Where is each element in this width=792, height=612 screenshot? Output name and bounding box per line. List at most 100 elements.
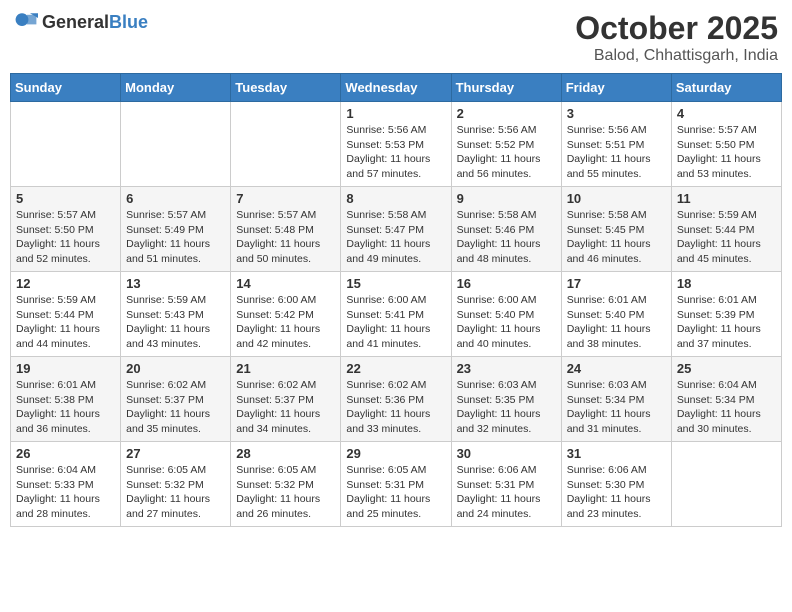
day-info: Sunrise: 6:02 AM Sunset: 5:37 PM Dayligh… [236,378,335,437]
weekday-header: Thursday [451,74,561,102]
calendar-cell: 18 Sunrise: 6:01 AM Sunset: 5:39 PM Dayli… [671,272,781,357]
day-info: Sunrise: 6:00 AM Sunset: 5:42 PM Dayligh… [236,293,335,352]
weekday-header: Friday [561,74,671,102]
calendar-cell: 19Sunrise: 6:01 AM Sunset: 5:38 PM Dayli… [11,357,121,442]
day-info: Sunrise: 6:05 AM Sunset: 5:31 PM Dayligh… [346,463,445,522]
day-number: 10 [567,191,666,206]
day-number: 17 [567,276,666,291]
calendar-cell: 14 Sunrise: 6:00 AM Sunset: 5:42 PM Dayli… [231,272,341,357]
calendar-cell: 12 Sunrise: 5:59 AM Sunset: 5:44 PM Dayli… [11,272,121,357]
calendar-cell: 6Sunrise: 5:57 AM Sunset: 5:49 PM Daylig… [121,187,231,272]
calendar-week-row: 26Sunrise: 6:04 AM Sunset: 5:33 PM Dayli… [11,442,782,527]
calendar-week-row: 1Sunrise: 5:56 AM Sunset: 5:53 PM Daylig… [11,102,782,187]
day-number: 2 [457,106,556,121]
calendar-table: SundayMondayTuesdayWednesdayThursdayFrid… [10,73,782,527]
day-number: 13 [126,276,225,291]
logo: GeneralBlue [14,10,148,34]
calendar-cell: 3 Sunrise: 5:56 AM Sunset: 5:51 PM Daylig… [561,102,671,187]
day-number: 26 [16,446,115,461]
location-title: Balod, Chhattisgarh, India [575,47,778,65]
calendar-cell: 20 Sunrise: 6:02 AM Sunset: 5:37 PM Dayli… [121,357,231,442]
calendar-cell: 17 Sunrise: 6:01 AM Sunset: 5:40 PM Dayli… [561,272,671,357]
calendar-cell: 30Sunrise: 6:06 AM Sunset: 5:31 PM Dayli… [451,442,561,527]
day-number: 16 [457,276,556,291]
calendar-cell: 15 Sunrise: 6:00 AM Sunset: 5:41 PM Dayli… [341,272,451,357]
month-title: October 2025 [575,10,778,47]
day-info: Sunrise: 6:03 AM Sunset: 5:35 PM Dayligh… [457,378,556,437]
day-info: Sunrise: 6:01 AM Sunset: 5:39 PM Dayligh… [677,293,776,352]
day-info: Sunrise: 6:02 AM Sunset: 5:36 PM Dayligh… [346,378,445,437]
day-info: Sunrise: 6:06 AM Sunset: 5:31 PM Dayligh… [457,463,556,522]
calendar-cell: 4Sunrise: 5:57 AM Sunset: 5:50 PM Daylig… [671,102,781,187]
day-number: 23 [457,361,556,376]
calendar-week-row: 19Sunrise: 6:01 AM Sunset: 5:38 PM Dayli… [11,357,782,442]
day-number: 22 [346,361,445,376]
day-number: 27 [126,446,225,461]
weekday-header: Monday [121,74,231,102]
day-info: Sunrise: 6:02 AM Sunset: 5:37 PM Dayligh… [126,378,225,437]
weekday-header: Tuesday [231,74,341,102]
day-number: 9 [457,191,556,206]
day-number: 28 [236,446,335,461]
calendar-cell: 27 Sunrise: 6:05 AM Sunset: 5:32 PM Dayli… [121,442,231,527]
day-number: 24 [567,361,666,376]
day-info: Sunrise: 6:05 AM Sunset: 5:32 PM Dayligh… [126,463,225,522]
calendar-cell: 21 Sunrise: 6:02 AM Sunset: 5:37 PM Dayli… [231,357,341,442]
calendar-cell: 5 Sunrise: 5:57 AM Sunset: 5:50 PM Daylig… [11,187,121,272]
day-info: Sunrise: 5:59 AM Sunset: 5:44 PM Dayligh… [16,293,115,352]
day-number: 31 [567,446,666,461]
day-info: Sunrise: 5:58 AM Sunset: 5:47 PM Dayligh… [346,208,445,267]
logo-text-general: General [42,12,109,32]
calendar-cell [121,102,231,187]
day-info: Sunrise: 6:00 AM Sunset: 5:40 PM Dayligh… [457,293,556,352]
day-info: Sunrise: 5:57 AM Sunset: 5:50 PM Dayligh… [677,123,776,182]
logo-icon [14,10,38,34]
day-number: 21 [236,361,335,376]
day-number: 12 [16,276,115,291]
day-number: 3 [567,106,666,121]
calendar-cell: 31 Sunrise: 6:06 AM Sunset: 5:30 PM Dayli… [561,442,671,527]
day-info: Sunrise: 6:00 AM Sunset: 5:41 PM Dayligh… [346,293,445,352]
day-info: Sunrise: 6:06 AM Sunset: 5:30 PM Dayligh… [567,463,666,522]
day-number: 15 [346,276,445,291]
day-info: Sunrise: 5:59 AM Sunset: 5:43 PM Dayligh… [126,293,225,352]
day-number: 11 [677,191,776,206]
calendar-cell: 9Sunrise: 5:58 AM Sunset: 5:46 PM Daylig… [451,187,561,272]
calendar-cell: 28 Sunrise: 6:05 AM Sunset: 5:32 PM Dayli… [231,442,341,527]
day-info: Sunrise: 5:58 AM Sunset: 5:45 PM Dayligh… [567,208,666,267]
day-number: 5 [16,191,115,206]
day-info: Sunrise: 5:56 AM Sunset: 5:52 PM Dayligh… [457,123,556,182]
calendar-cell: 22 Sunrise: 6:02 AM Sunset: 5:36 PM Dayli… [341,357,451,442]
calendar-cell: 24Sunrise: 6:03 AM Sunset: 5:34 PM Dayli… [561,357,671,442]
day-number: 1 [346,106,445,121]
calendar-cell: 2 Sunrise: 5:56 AM Sunset: 5:52 PM Daylig… [451,102,561,187]
calendar-cell: 8 Sunrise: 5:58 AM Sunset: 5:47 PM Daylig… [341,187,451,272]
calendar-cell [671,442,781,527]
day-number: 20 [126,361,225,376]
weekday-header: Wednesday [341,74,451,102]
day-info: Sunrise: 5:57 AM Sunset: 5:50 PM Dayligh… [16,208,115,267]
calendar-cell [231,102,341,187]
day-info: Sunrise: 6:05 AM Sunset: 5:32 PM Dayligh… [236,463,335,522]
calendar-cell: 11 Sunrise: 5:59 AM Sunset: 5:44 PM Dayli… [671,187,781,272]
day-number: 14 [236,276,335,291]
day-info: Sunrise: 5:59 AM Sunset: 5:44 PM Dayligh… [677,208,776,267]
day-number: 19 [16,361,115,376]
calendar-cell: 29 Sunrise: 6:05 AM Sunset: 5:31 PM Dayli… [341,442,451,527]
day-number: 29 [346,446,445,461]
day-info: Sunrise: 6:01 AM Sunset: 5:40 PM Dayligh… [567,293,666,352]
calendar-cell: 25 Sunrise: 6:04 AM Sunset: 5:34 PM Dayli… [671,357,781,442]
day-number: 18 [677,276,776,291]
day-info: Sunrise: 6:04 AM Sunset: 5:34 PM Dayligh… [677,378,776,437]
title-block: October 2025 Balod, Chhattisgarh, India [575,10,778,65]
calendar-cell [11,102,121,187]
logo-text-blue: Blue [109,12,148,32]
day-info: Sunrise: 5:57 AM Sunset: 5:48 PM Dayligh… [236,208,335,267]
calendar-cell: 13 Sunrise: 5:59 AM Sunset: 5:43 PM Dayli… [121,272,231,357]
calendar-cell: 7Sunrise: 5:57 AM Sunset: 5:48 PM Daylig… [231,187,341,272]
day-number: 25 [677,361,776,376]
day-number: 8 [346,191,445,206]
calendar-cell: 10 Sunrise: 5:58 AM Sunset: 5:45 PM Dayli… [561,187,671,272]
day-info: Sunrise: 5:56 AM Sunset: 5:51 PM Dayligh… [567,123,666,182]
calendar-cell: 1Sunrise: 5:56 AM Sunset: 5:53 PM Daylig… [341,102,451,187]
